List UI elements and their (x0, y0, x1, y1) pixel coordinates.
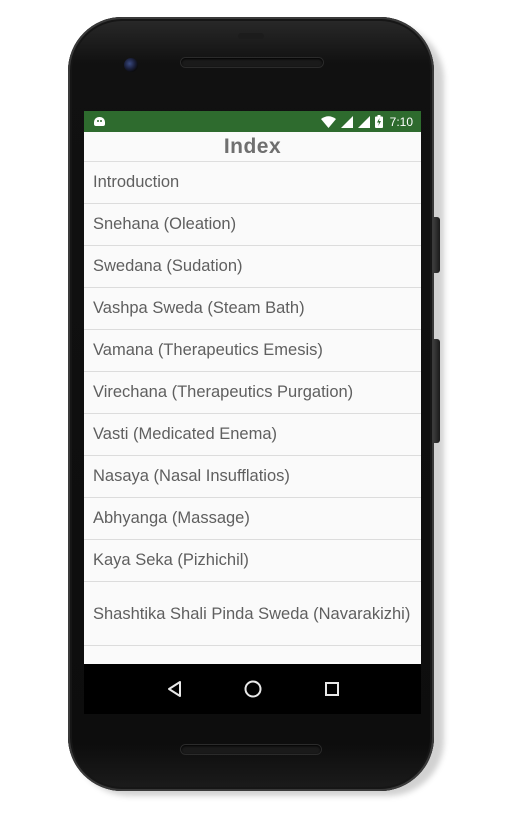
battery-charging-icon (374, 115, 383, 128)
status-time: 7:10 (389, 114, 413, 129)
front-camera-icon (124, 58, 138, 72)
wifi-icon (320, 115, 336, 128)
volume-button (434, 339, 440, 443)
index-list: Introduction Snehana (Oleation) Swedana … (84, 162, 421, 646)
home-button[interactable] (242, 678, 264, 700)
list-item-introduction[interactable]: Introduction (84, 162, 421, 204)
device-stage: 7:10 Index Introduction Snehana (Oleatio… (0, 0, 507, 827)
list-item-swedana[interactable]: Swedana (Sudation) (84, 246, 421, 288)
power-button (434, 217, 440, 273)
recents-button[interactable] (321, 678, 343, 700)
list-item-abhyanga[interactable]: Abhyanga (Massage) (84, 498, 421, 540)
status-bar: 7:10 (84, 111, 421, 132)
back-icon (167, 681, 181, 697)
back-button[interactable] (163, 678, 185, 700)
signal-icon (357, 115, 370, 128)
bottom-speaker (181, 745, 321, 754)
top-slot (238, 33, 264, 39)
list-item-vasti[interactable]: Vasti (Medicated Enema) (84, 414, 421, 456)
home-icon (244, 680, 261, 698)
app-screen: 7:10 Index Introduction Snehana (Oleatio… (84, 111, 421, 664)
list-item-kaya-seka[interactable]: Kaya Seka (Pizhichil) (84, 540, 421, 582)
list-item-shashtika-shali[interactable]: Shashtika Shali Pinda Sweda (Navarakizhi… (84, 582, 421, 646)
navigation-bar (84, 664, 421, 714)
list-item-snehana[interactable]: Snehana (Oleation) (84, 204, 421, 246)
list-item-vashpa-sweda[interactable]: Vashpa Sweda (Steam Bath) (84, 288, 421, 330)
status-icons: 7:10 (320, 114, 413, 129)
android-notification-icon (94, 117, 105, 126)
signal-icon (340, 115, 353, 128)
list-item-vamana[interactable]: Vamana (Therapeutics Emesis) (84, 330, 421, 372)
earpiece-speaker (181, 58, 323, 67)
list-item-virechana[interactable]: Virechana (Therapeutics Purgation) (84, 372, 421, 414)
page-title: Index (223, 134, 282, 158)
app-bar: Index (84, 132, 421, 162)
list-item-nasaya[interactable]: Nasaya (Nasal Insufflatios) (84, 456, 421, 498)
recents-icon (324, 682, 339, 696)
